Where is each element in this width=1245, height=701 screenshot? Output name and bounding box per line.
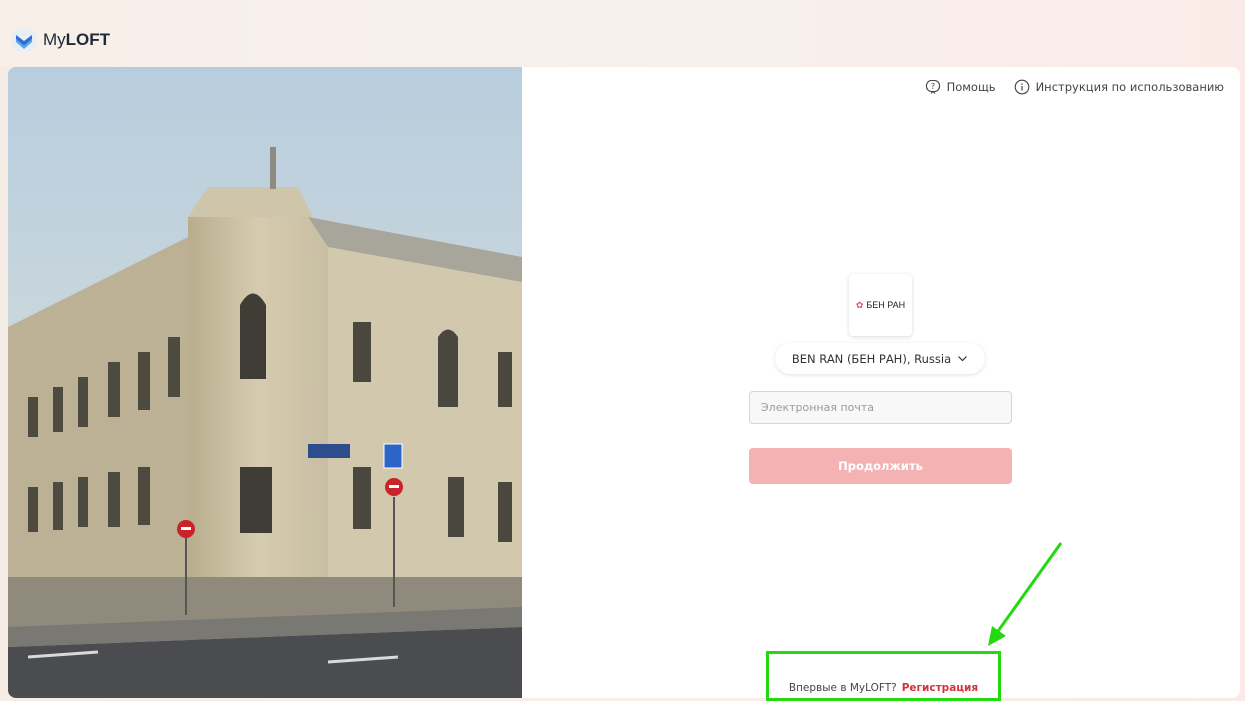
brand-name: MyLOFT [43, 30, 111, 49]
organization-select[interactable]: BEN RAN (БЕН РАН), Russia [775, 343, 985, 374]
login-panel: ? Помощь Инструкция по использованию ✿ Б… [522, 67, 1240, 701]
top-bar: MyLOFT [0, 0, 1245, 66]
flower-icon: ✿ [855, 299, 864, 310]
instructions-label: Инструкция по использованию [1035, 80, 1224, 94]
help-bubble-icon: ? [925, 79, 940, 94]
email-field[interactable] [749, 391, 1012, 424]
svg-text:?: ? [930, 82, 934, 91]
organization-logo-text: БЕН РАН [866, 300, 906, 310]
building-photo [8, 67, 522, 698]
register-highlight-box: Впервые в MyLOFT? Регистрация [766, 651, 1001, 701]
building-illustration [8, 67, 522, 698]
first-time-text: Впервые в MyLOFT? [788, 682, 897, 694]
instructions-link[interactable]: Инструкция по использованию [1014, 79, 1224, 95]
help-label: Помощь [946, 80, 996, 94]
continue-button[interactable]: Продолжить [749, 448, 1012, 484]
info-icon [1014, 79, 1029, 95]
myloft-logo-icon [11, 27, 37, 53]
brand-logo[interactable]: MyLOFT [11, 26, 110, 54]
organization-select-value: BEN RAN (БЕН РАН), Russia [791, 351, 952, 366]
help-link[interactable]: ? Помощь [925, 79, 996, 95]
help-links: ? Помощь Инструкция по использованию [925, 79, 1224, 95]
chevron-down-icon [958, 356, 968, 362]
organization-logo: ✿ БЕН РАН [849, 274, 912, 336]
register-link[interactable]: Регистрация [902, 682, 978, 694]
